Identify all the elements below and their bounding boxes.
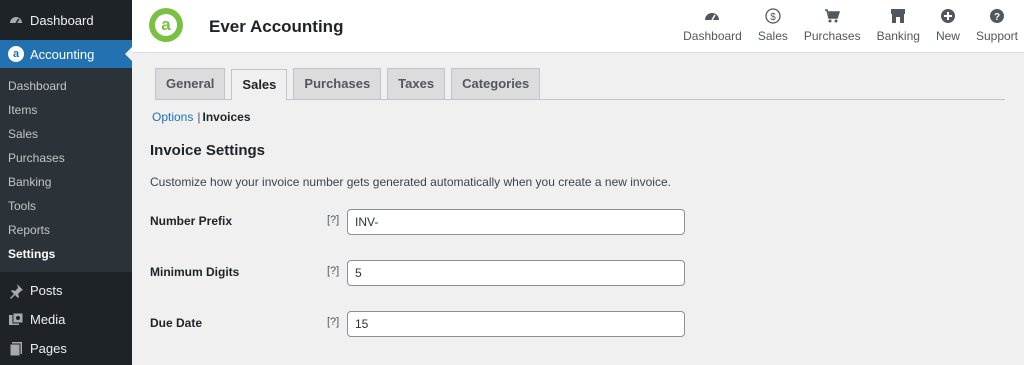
- dollar-circle-icon: $: [765, 7, 781, 25]
- pin-icon: [8, 283, 24, 299]
- nav-label: Purchases: [803, 29, 861, 43]
- nav-purchases[interactable]: Purchases: [804, 7, 861, 43]
- minimum-digits-input[interactable]: [347, 260, 685, 286]
- media-icon: [8, 312, 24, 328]
- submenu-tools[interactable]: Tools: [0, 194, 132, 218]
- subnav-separator: |: [197, 110, 201, 124]
- sidebar-item-media[interactable]: Media: [0, 305, 132, 334]
- tab-categories[interactable]: Categories: [451, 68, 541, 99]
- help-tooltip-icon[interactable]: [?]: [327, 214, 339, 226]
- svg-text:$: $: [770, 12, 776, 23]
- submenu-settings[interactable]: Settings: [0, 242, 132, 266]
- field-label: Due Date: [150, 316, 203, 330]
- ever-accounting-logo[interactable]: a: [149, 8, 183, 42]
- section-description: Customize how your invoice number gets g…: [150, 175, 671, 189]
- settings-tabs: General Sales Purchases Taxes Categories: [155, 68, 1005, 100]
- field-label: Minimum Digits: [150, 265, 240, 279]
- subnav-invoices-current: Invoices: [202, 110, 251, 124]
- store-icon: [889, 7, 907, 25]
- due-date-input[interactable]: [347, 311, 685, 337]
- app-title: Ever Accounting: [209, 17, 344, 36]
- field-row-number-prefix: Number Prefix [?]: [150, 209, 686, 235]
- field-row-due-date: Due Date [?]: [150, 311, 686, 337]
- sidebar-item-label: Media: [30, 312, 66, 327]
- sidebar-item-label: Pages: [30, 341, 67, 356]
- sidebar-item-accounting[interactable]: a Accounting: [0, 40, 132, 68]
- nav-label: New: [935, 29, 960, 43]
- nav-label: Banking: [876, 29, 920, 43]
- app-header: a Ever Accounting Dashboard $ Sales Purc…: [132, 0, 1024, 53]
- help-tooltip-icon[interactable]: [?]: [327, 316, 339, 328]
- nav-dashboard[interactable]: Dashboard: [683, 7, 742, 43]
- field-label: Number Prefix: [150, 214, 233, 228]
- tab-sales[interactable]: Sales: [231, 69, 288, 100]
- settings-content: General Sales Purchases Taxes Categories…: [150, 52, 1006, 337]
- top-navigation: Dashboard $ Sales Purchases Banking New: [667, 7, 1018, 43]
- admin-sidebar: Dashboard a Accounting Dashboard Items S…: [0, 0, 132, 365]
- submenu-dashboard[interactable]: Dashboard: [0, 74, 132, 98]
- sidebar-item-label: Dashboard: [30, 12, 94, 28]
- nav-label: Support: [975, 29, 1018, 43]
- nav-label: Sales: [757, 29, 788, 43]
- subnav-options-link[interactable]: Options: [152, 110, 193, 124]
- dashboard-gauge-icon: [704, 7, 720, 25]
- submenu-reports[interactable]: Reports: [0, 218, 132, 242]
- sidebar-item-pages[interactable]: Pages: [0, 334, 132, 363]
- submenu-purchases[interactable]: Purchases: [0, 146, 132, 170]
- dashboard-gauge-icon: [8, 12, 24, 28]
- help-tooltip-icon[interactable]: [?]: [327, 265, 339, 277]
- tab-taxes[interactable]: Taxes: [387, 68, 446, 99]
- help-circle-icon: ?: [989, 7, 1005, 25]
- section-subnav: Options | Invoices: [152, 110, 1006, 124]
- svg-text:?: ?: [994, 12, 1000, 23]
- sidebar-item-label: Posts: [30, 283, 63, 298]
- submenu-banking[interactable]: Banking: [0, 170, 132, 194]
- sidebar-item-dashboard[interactable]: Dashboard: [0, 0, 132, 40]
- accounting-logo-icon: a: [8, 46, 24, 62]
- nav-new[interactable]: New: [936, 7, 960, 43]
- sidebar-item-posts[interactable]: Posts: [0, 276, 132, 305]
- field-row-minimum-digits: Minimum Digits [?]: [150, 260, 686, 286]
- nav-label: Dashboard: [683, 29, 742, 43]
- cart-icon: [824, 7, 841, 25]
- sidebar-item-label: Accounting: [30, 46, 95, 62]
- submenu-sales[interactable]: Sales: [0, 122, 132, 146]
- section-title: Invoice Settings: [150, 142, 266, 159]
- nav-sales[interactable]: $ Sales: [758, 7, 788, 43]
- tab-purchases[interactable]: Purchases: [293, 68, 382, 99]
- number-prefix-input[interactable]: [347, 209, 685, 235]
- plus-circle-icon: [940, 7, 956, 25]
- accounting-submenu: Dashboard Items Sales Purchases Banking …: [0, 68, 132, 272]
- nav-banking[interactable]: Banking: [877, 7, 920, 43]
- tab-general[interactable]: General: [155, 68, 226, 99]
- submenu-items[interactable]: Items: [0, 98, 132, 122]
- pages-icon: [8, 341, 24, 357]
- nav-support[interactable]: ? Support: [976, 7, 1018, 43]
